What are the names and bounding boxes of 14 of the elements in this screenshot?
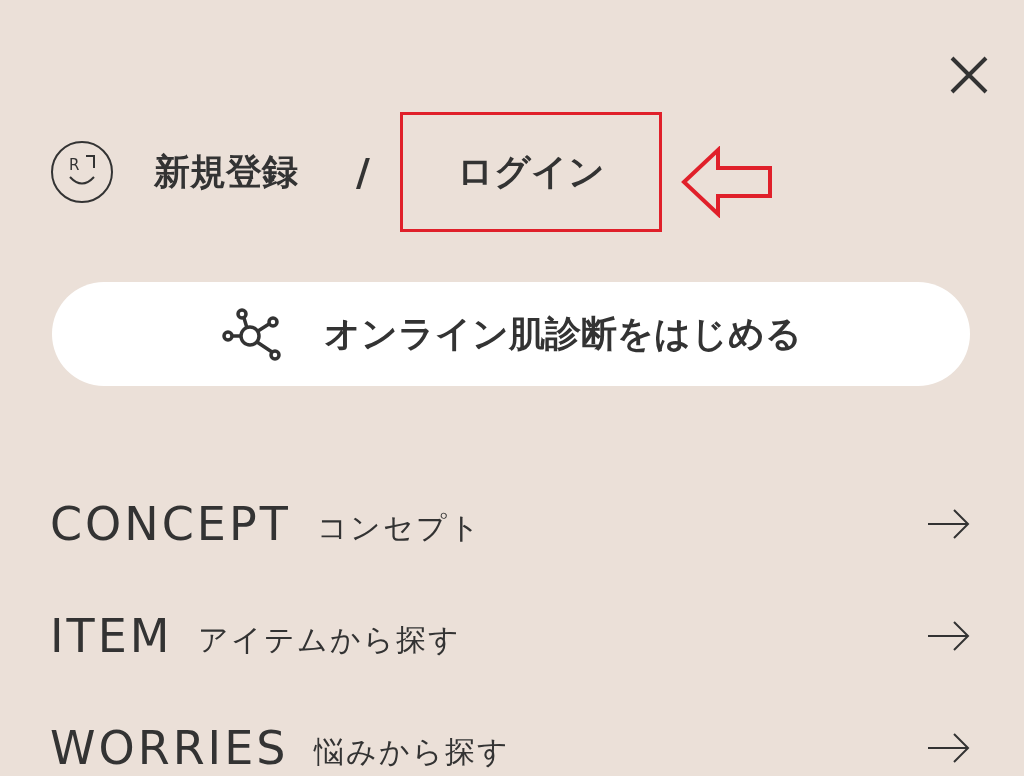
- menu-item[interactable]: CONCEPT コンセプト: [50, 468, 970, 580]
- close-button[interactable]: [948, 54, 990, 96]
- diagnosis-button[interactable]: オンライン肌診断をはじめる: [52, 282, 970, 386]
- smiley-logo-icon: R: [50, 140, 114, 204]
- arrow-right-icon: [926, 508, 970, 540]
- pointer-arrow-icon: [679, 146, 774, 218]
- login-link[interactable]: ログイン: [399, 112, 662, 232]
- menu-item[interactable]: ITEM アイテムから探す: [50, 580, 970, 692]
- arrow-right-icon: [926, 732, 970, 764]
- network-icon: [220, 306, 284, 362]
- register-link[interactable]: 新規登録: [154, 147, 298, 197]
- separator-text: /: [356, 150, 370, 194]
- menu-item[interactable]: WORRIES 悩みから探す: [50, 692, 970, 776]
- arrow-right-icon: [926, 620, 970, 652]
